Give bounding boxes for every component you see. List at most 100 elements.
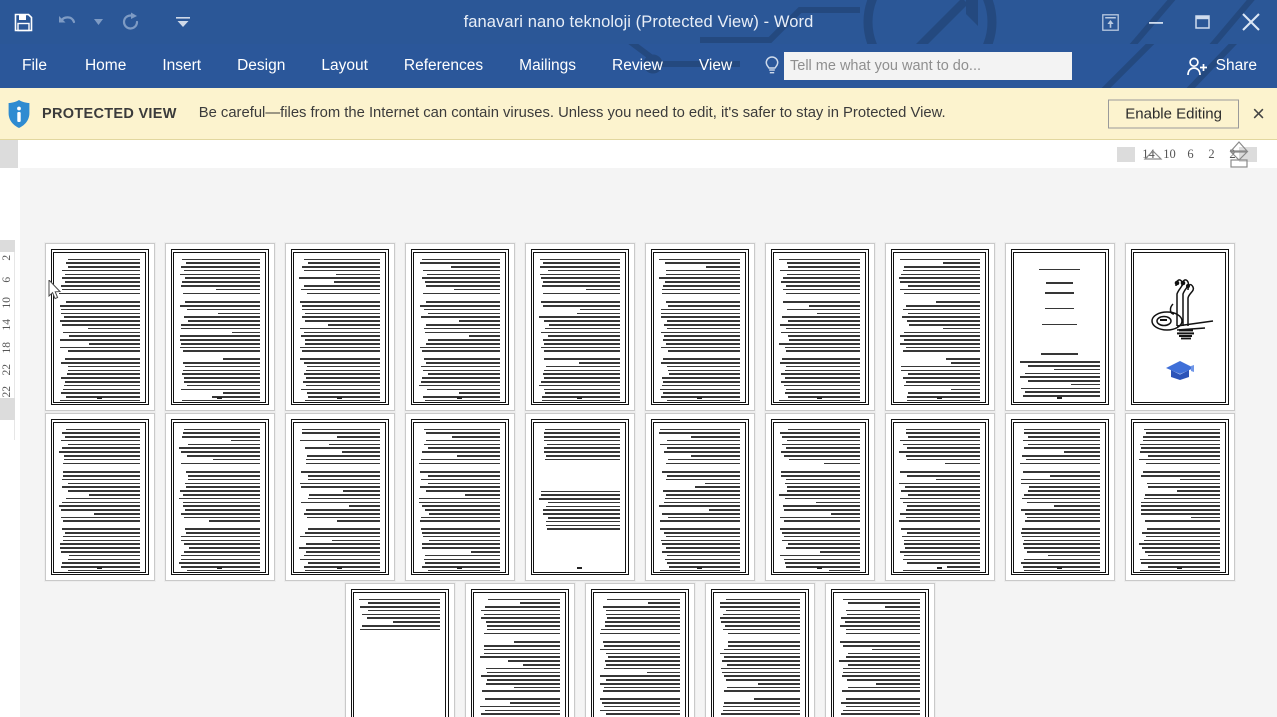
tab-review[interactable]: Review [598,44,677,88]
minimize-icon[interactable] [1133,0,1179,44]
quick-access-toolbar [0,0,212,44]
text-line [899,497,980,500]
text-line [659,569,740,572]
close-icon[interactable] [1225,0,1277,44]
page-thumbnail-11[interactable] [44,413,155,581]
text-line [480,656,560,659]
text-line [425,399,500,402]
text-line [426,273,500,276]
ruler-corner-box[interactable] [0,140,18,168]
text-line [1053,505,1100,507]
page-thumbnail-23[interactable] [584,583,695,717]
text-line [421,458,500,461]
vertical-ruler[interactable]: 2 6 10 14 18 22 22 [0,140,20,717]
tab-references[interactable]: References [390,44,497,88]
customize-qat-icon[interactable] [154,0,212,44]
tab-design[interactable]: Design [223,44,299,88]
page-thumbnail-3[interactable] [284,243,395,411]
text-line [666,535,740,538]
page-thumbnail-22[interactable] [464,583,575,717]
page-thumbnail-5[interactable] [524,243,635,411]
tab-home[interactable]: Home [71,44,140,88]
text-line [724,624,800,627]
undo-icon[interactable] [46,0,88,44]
page-thumbnail-16[interactable] [644,413,755,581]
page-thumbnail-2[interactable] [164,243,275,411]
page-thumbnail-8[interactable] [884,243,995,411]
text-line [185,262,260,264]
page-thumbnail-9-title[interactable] [1004,243,1115,411]
page-thumbnail-24[interactable] [704,583,815,717]
page-thumbnail-area[interactable] [20,168,1259,717]
page-thumbnail-18[interactable] [884,413,995,581]
text-line [900,550,980,553]
enable-editing-button[interactable]: Enable Editing [1108,99,1239,128]
text-line [1147,528,1220,530]
close-protected-view-icon[interactable]: × [1246,101,1271,127]
tab-insert[interactable]: Insert [148,44,215,88]
page-thumbnail-19[interactable] [1004,413,1115,581]
text-line [186,532,260,534]
tab-file[interactable]: File [6,44,63,88]
text-line [666,494,740,496]
page-thumbnail-25[interactable] [824,583,935,717]
text-line [666,439,740,442]
ribbon-display-options-icon[interactable] [1087,0,1133,44]
text-line [785,377,860,379]
text-line [667,350,740,353]
text-line [419,520,500,523]
text-line [419,384,500,387]
text-line [1143,436,1220,438]
indent-markers[interactable] [1117,140,1257,168]
text-line [308,478,380,481]
page-thumbnail-15[interactable] [524,413,635,581]
text-line [546,524,620,527]
text-line [184,482,260,485]
text-line [816,312,860,315]
text-line [1147,486,1220,489]
text-line [840,624,920,627]
page-thumbnail-21[interactable] [344,583,455,717]
horizontal-ruler[interactable]: 18 14 10 6 2 2 [0,140,1277,168]
save-icon[interactable] [0,0,46,44]
page-thumbnail-17[interactable] [764,413,875,581]
text-line [427,447,500,449]
text-line [425,509,500,511]
redo-icon[interactable] [108,0,154,44]
restore-icon[interactable] [1179,0,1225,44]
text-line [543,339,620,341]
text-line [606,598,680,601]
text-line [424,331,500,334]
text-line [1145,535,1220,538]
undo-dropdown-icon[interactable] [88,0,108,44]
tab-layout[interactable]: Layout [307,44,382,88]
text-line [724,675,800,677]
tab-view[interactable]: View [685,44,746,88]
text-line [59,505,140,507]
text-line [367,609,440,612]
tell-me-input[interactable] [784,52,1072,80]
page-thumbnail-20[interactable] [1124,413,1235,581]
text-line [303,373,380,375]
page-thumbnail-1[interactable] [44,243,155,411]
tab-mailings[interactable]: Mailings [505,44,590,88]
text-line [300,327,380,330]
text-line [451,266,500,268]
page-thumbnail-14[interactable] [404,413,515,581]
page-thumbnail-4[interactable] [404,243,515,411]
text-line [816,501,860,504]
page-thumbnail-7[interactable] [764,243,875,411]
text-line [540,490,620,493]
page-thumbnail-10-tughra-cover[interactable] [1124,243,1235,411]
page-thumbnail-12[interactable] [164,413,275,581]
page-thumbnail-13[interactable] [284,413,395,581]
share-button[interactable]: Share [1175,44,1269,88]
page-thumbnail-6[interactable] [644,243,755,411]
vruler-num-22b: 22 [0,386,13,398]
text-line [544,327,620,330]
text-line [509,702,560,704]
text-line [662,471,740,473]
text-line [664,501,740,504]
text-line [488,598,560,601]
